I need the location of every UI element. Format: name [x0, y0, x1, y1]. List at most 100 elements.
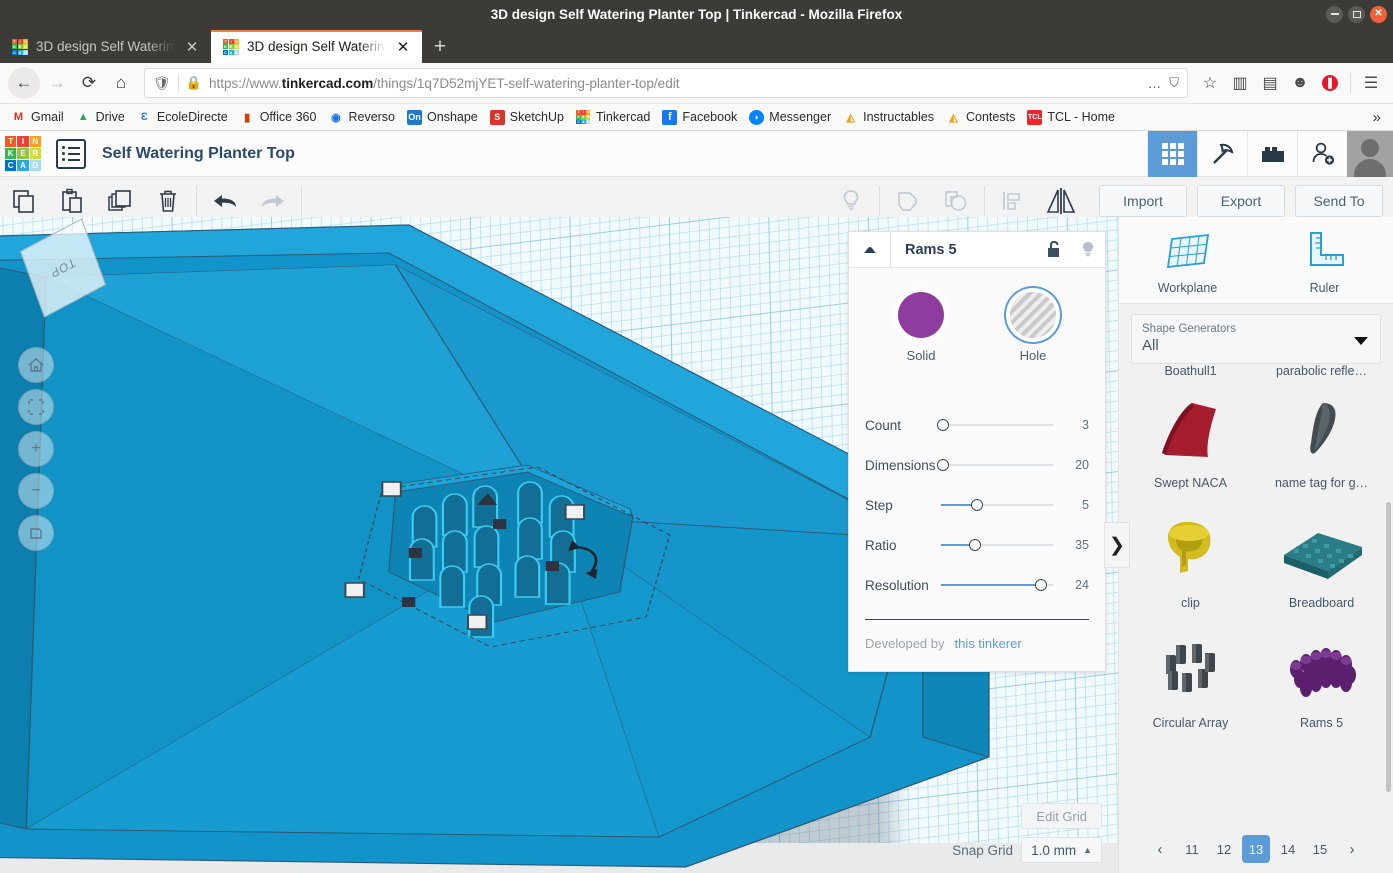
shape-label: Circular Array: [1152, 716, 1229, 730]
orthographic-view-button[interactable]: [18, 515, 54, 551]
slider-track[interactable]: [941, 577, 1053, 593]
slider-track[interactable]: [937, 457, 1053, 473]
address-bar[interactable]: 🛡 🔒 https://www.tinkercad.com/things/1q7…: [144, 68, 1188, 98]
office-icon: ▮: [244, 111, 251, 124]
slider-track[interactable]: [941, 537, 1053, 553]
solid-color-swatch[interactable]: [898, 292, 944, 338]
slider-track[interactable]: [941, 497, 1053, 513]
expand-panel-handle[interactable]: ❯: [1104, 522, 1130, 568]
bookmark-drive[interactable]: ▲ Drive: [71, 108, 130, 127]
bookmark-sketchup[interactable]: S SketchUp: [485, 108, 569, 127]
solid-mode-option[interactable]: Solid: [898, 292, 944, 363]
export-button[interactable]: Export: [1197, 184, 1285, 217]
minimize-button[interactable]: [1326, 5, 1343, 23]
pager-page-14[interactable]: 14: [1274, 835, 1302, 863]
reader-mode-icon[interactable]: ⛉: [1169, 75, 1179, 91]
opera-icon[interactable]: ❚: [1316, 69, 1344, 97]
shape-item-name-tag[interactable]: name tag for g…: [1256, 380, 1387, 500]
hole-swatch[interactable]: [1010, 292, 1056, 338]
ruler-tool[interactable]: Ruler: [1256, 217, 1393, 303]
bookmark-gmail[interactable]: M Gmail: [6, 108, 69, 127]
menu-icon[interactable]: ☰: [1357, 69, 1385, 97]
bookmark-reverso[interactable]: ◉ Reverso: [323, 108, 400, 127]
ecoledirecte-icon: Ɛ: [140, 111, 148, 123]
tab-close-icon[interactable]: ✕: [394, 38, 412, 56]
developed-by-link[interactable]: this tinkerer: [955, 636, 1022, 651]
library-icon[interactable]: ▥: [1226, 69, 1254, 97]
import-button[interactable]: Import: [1099, 184, 1187, 217]
zoom-out-button[interactable]: −: [18, 473, 54, 509]
list-menu-icon[interactable]: [56, 138, 86, 169]
slider-dimensions: Dimensions 20: [865, 445, 1089, 485]
browser-tab-1[interactable]: TIN KER CAD 3D design Self Watering ✕: [0, 30, 211, 63]
bookmark-label: SketchUp: [509, 110, 564, 124]
contests-icon: ◭: [949, 111, 958, 124]
slider-label: Resolution: [865, 577, 929, 593]
visibility-toggle[interactable]: [1071, 232, 1105, 268]
blocks-button[interactable]: [1247, 130, 1297, 177]
bookmark-onshape[interactable]: On Onshape: [402, 108, 483, 127]
invite-user-button[interactable]: [1297, 130, 1347, 177]
slider-label: Ratio: [865, 537, 897, 553]
pager-prev-button[interactable]: ‹: [1146, 835, 1174, 863]
slider-knob: [937, 459, 950, 471]
sidebar-scrollbar[interactable]: [1386, 502, 1391, 792]
shield-icon[interactable]: 🛡: [153, 75, 171, 92]
workplane-tool[interactable]: Workplane: [1119, 217, 1256, 303]
shape-generators-select[interactable]: Shape Generators All: [1131, 314, 1381, 364]
bookmark-star-icon[interactable]: ☆: [1196, 69, 1224, 97]
collapse-panel-button[interactable]: [849, 231, 891, 268]
bookmark-facebook[interactable]: f Facebook: [657, 108, 742, 127]
pager-page-15[interactable]: 15: [1306, 835, 1334, 863]
bookmark-tinkercad[interactable]: TIN KER CAD Tinkercad: [571, 108, 655, 127]
page-title[interactable]: Self Watering Planter Top: [102, 145, 295, 163]
shape-item-rams-5[interactable]: Rams 5: [1256, 620, 1387, 740]
bookmarks-overflow-icon[interactable]: »: [1367, 109, 1387, 126]
bookmark-tcl-home[interactable]: TCL TCL - Home: [1022, 108, 1120, 127]
bookmark-messenger[interactable]: ◗ Messenger: [744, 108, 836, 127]
pager-page-12[interactable]: 12: [1210, 835, 1238, 863]
shape-item-circular-array[interactable]: Circular Array: [1125, 620, 1256, 740]
forward-button[interactable]: →: [42, 68, 72, 98]
tinker-grid-view-button[interactable]: [1147, 130, 1197, 177]
pager-page-11[interactable]: 11: [1178, 835, 1206, 863]
pager-next-button[interactable]: ›: [1338, 835, 1366, 863]
avatar[interactable]: [1347, 130, 1393, 177]
zoom-in-button[interactable]: +: [18, 431, 54, 467]
gmail-icon: M: [13, 111, 24, 123]
back-button[interactable]: ←: [8, 67, 40, 99]
fit-to-view-button[interactable]: [18, 389, 54, 425]
shape-item-parabolic-reflector[interactable]: parabolic refle…: [1256, 364, 1387, 380]
maximize-button[interactable]: [1348, 5, 1365, 23]
hole-mode-option[interactable]: Hole: [1010, 292, 1056, 363]
home-view-button[interactable]: [18, 347, 54, 383]
tinkercad-logo[interactable]: TIN KER CAD: [0, 131, 46, 177]
browser-tab-2[interactable]: TIN KER CAD 3D design Self Watering ✕: [211, 30, 422, 63]
shape-item-clip[interactable]: clip: [1125, 500, 1256, 620]
account-icon[interactable]: ☻: [1286, 69, 1314, 97]
bookmark-ecoledirecte[interactable]: Ɛ EcoleDirecte: [132, 108, 233, 127]
new-tab-button[interactable]: +: [422, 30, 458, 63]
page-actions-icon[interactable]: …: [1148, 76, 1163, 91]
shape-item-breadboard[interactable]: Breadboard: [1256, 500, 1387, 620]
home-button[interactable]: ⌂: [106, 68, 136, 98]
edit-grid-button[interactable]: Edit Grid: [1021, 803, 1102, 829]
codeblocks-button[interactable]: [1197, 130, 1247, 177]
shape-grid[interactable]: Boathull1 parabolic refle… Swept NACA na…: [1119, 364, 1393, 829]
send-to-button[interactable]: Send To: [1295, 184, 1383, 217]
slider-track[interactable]: [937, 417, 1053, 433]
reload-button[interactable]: ⟳: [74, 68, 104, 98]
sidebar-icon[interactable]: ▤: [1256, 69, 1284, 97]
shape-item-swept-naca[interactable]: Swept NACA: [1125, 380, 1256, 500]
bookmark-label: Reverso: [348, 110, 396, 124]
bookmark-office360[interactable]: ▮ Office 360: [235, 108, 322, 127]
bookmark-instructables[interactable]: ◭ Instructables: [838, 108, 939, 127]
shape-item-boathull1[interactable]: Boathull1: [1125, 364, 1256, 380]
bookmark-contests[interactable]: ◭ Contests: [941, 108, 1020, 127]
lock-toggle[interactable]: [1037, 232, 1071, 268]
snap-grid-select[interactable]: 1.0 mm ▲: [1021, 837, 1102, 863]
view-cube-label: TOP: [48, 254, 78, 282]
tab-close-icon[interactable]: ✕: [183, 38, 201, 56]
close-button[interactable]: ✕: [1370, 5, 1387, 23]
pager-page-13[interactable]: 13: [1242, 835, 1270, 863]
